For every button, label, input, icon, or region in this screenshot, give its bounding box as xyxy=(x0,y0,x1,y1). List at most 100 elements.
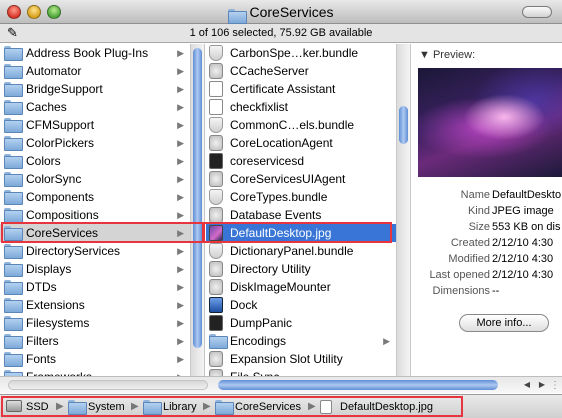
folder-row[interactable]: Displays ▶ xyxy=(0,260,190,278)
folder-row[interactable]: CFMSupport ▶ xyxy=(0,116,190,134)
toolbar-toggle-button[interactable] xyxy=(522,6,552,18)
folder-row-label: Colors xyxy=(26,154,61,168)
file-row[interactable]: Directory Utility xyxy=(206,260,396,278)
disclosure-arrow-icon: ▶ xyxy=(177,336,184,346)
folder-icon xyxy=(4,100,23,115)
file-row-label: DiskImageMounter xyxy=(230,280,331,294)
disclosure-arrow-icon: ▶ xyxy=(177,354,184,364)
file-row[interactable]: Dock xyxy=(206,296,396,314)
file-row[interactable]: coreservicesd xyxy=(206,152,396,170)
folder-icon xyxy=(4,46,23,61)
folder-row-label: BridgeSupport xyxy=(26,82,103,96)
folder-icon xyxy=(4,136,23,151)
preview-field: Created 2/12/10 4:30 xyxy=(412,235,562,251)
column1-scroll-thumb[interactable] xyxy=(193,48,202,348)
file-row[interactable]: DictionaryPanel.bundle xyxy=(206,242,396,260)
action-gear-icon[interactable]: ✎ xyxy=(7,26,18,40)
folder-icon xyxy=(4,172,23,187)
folder-row[interactable]: Fonts ▶ xyxy=(0,350,190,368)
column-library[interactable]: Frameworks▶Fonts▶Filters▶Filesystems▶Ext… xyxy=(0,44,205,376)
folder-row[interactable]: ColorSync ▶ xyxy=(0,170,190,188)
column2-scroll-thumb[interactable] xyxy=(399,106,408,144)
file-row[interactable]: Expansion Slot Utility xyxy=(206,350,396,368)
file-row[interactable]: CCacheServer xyxy=(206,62,396,80)
horizontal-scroll-thumb[interactable] xyxy=(218,380,498,390)
disclosure-arrow-icon: ▶ xyxy=(177,102,184,112)
dock-icon xyxy=(209,297,223,313)
title-bar: CoreServices xyxy=(0,0,562,24)
app-icon xyxy=(209,171,223,187)
bundle-icon xyxy=(209,243,223,259)
folder-row[interactable]: Filters ▶ xyxy=(0,332,190,350)
disclosure-arrow-icon: ▶ xyxy=(383,336,390,346)
folder-row[interactable]: Address Book Plug-Ins ▶ xyxy=(0,44,190,62)
bundle-icon xyxy=(209,117,223,133)
folder-row[interactable]: DTDs ▶ xyxy=(0,278,190,296)
folder-row[interactable]: Filesystems ▶ xyxy=(0,314,190,332)
folder-icon xyxy=(143,400,162,415)
folder-icon xyxy=(215,400,234,415)
column1-scrollbar[interactable] xyxy=(190,44,204,376)
folder-row[interactable]: Frameworks ▶ xyxy=(0,368,190,376)
folder-row-label: CFMSupport xyxy=(26,118,95,132)
file-row[interactable]: checkfixlist xyxy=(206,98,396,116)
folder-row-label: Displays xyxy=(26,262,72,276)
preview-field: Dimensions -- xyxy=(412,283,562,299)
file-row[interactable]: CoreServicesUIAgent xyxy=(206,170,396,188)
horizontal-scrollbar[interactable]: ◀ ▶ ⋮ xyxy=(0,376,562,393)
file-row[interactable]: DumpPanic xyxy=(206,314,396,332)
folder-row[interactable]: Components ▶ xyxy=(0,188,190,206)
file-row[interactable]: DiskImageMounter xyxy=(206,278,396,296)
preview-field: Last opened 2/12/10 4:30 xyxy=(412,267,562,283)
path-crumb-label: Library xyxy=(163,401,197,413)
file-row[interactable]: Encodings ▶ xyxy=(206,332,396,350)
disclosure-arrow-icon: ▶ xyxy=(177,300,184,310)
column2-scrollbar[interactable] xyxy=(396,44,410,376)
file-row[interactable]: CarbonSpe…ker.bundle xyxy=(206,44,396,62)
file-row[interactable]: CommonC…els.bundle xyxy=(206,116,396,134)
file-row[interactable]: CoreTypes.bundle xyxy=(206,188,396,206)
folder-row-label: Caches xyxy=(26,100,67,114)
preview-field-key: Modified xyxy=(448,253,490,265)
file-row[interactable]: Certificate Assistant xyxy=(206,80,396,98)
scroll-right-icon[interactable]: ▶ xyxy=(535,378,549,392)
folder-icon xyxy=(4,334,23,349)
folder-row[interactable]: BridgeSupport ▶ xyxy=(0,80,190,98)
folder-row[interactable]: ColorPickers ▶ xyxy=(0,134,190,152)
more-info-button[interactable]: More info... xyxy=(459,314,549,332)
file-row-label: CommonC…els.bundle xyxy=(230,118,355,132)
folder-row[interactable]: Colors ▶ xyxy=(0,152,190,170)
scroll-track xyxy=(8,380,208,390)
preview-thumbnail xyxy=(418,68,562,177)
app-icon xyxy=(209,369,223,376)
preview-header[interactable]: ▼ Preview: xyxy=(419,49,475,61)
folder-row[interactable]: DirectoryServices ▶ xyxy=(0,242,190,260)
file-row-label: Certificate Assistant xyxy=(230,82,336,96)
path-bar: SSD ▶ System ▶ Library ▶ CoreServices ▶ DefaultD… xyxy=(0,394,562,418)
folder-row[interactable]: Caches ▶ xyxy=(0,98,190,116)
file-row[interactable]: File Sync xyxy=(206,368,396,376)
app-icon xyxy=(209,279,223,295)
preview-field: Size 553 KB on dis xyxy=(412,219,562,235)
scroll-left-icon[interactable]: ◀ xyxy=(520,378,534,392)
preview-field-key: Kind xyxy=(467,205,490,217)
folder-icon xyxy=(4,82,23,97)
resize-grip-icon[interactable]: ⋮ xyxy=(550,380,560,391)
disclosure-arrow-icon: ▶ xyxy=(177,368,184,376)
folder-icon xyxy=(4,280,23,295)
file-row-label: CarbonSpe…ker.bundle xyxy=(230,46,359,60)
disclosure-arrow-icon: ▶ xyxy=(177,192,184,202)
column-coreservices[interactable]: File Sync Expansion Slot Utility Encodings… xyxy=(206,44,411,376)
folder-icon xyxy=(4,262,23,277)
folder-row[interactable]: Automator ▶ xyxy=(0,62,190,80)
app-icon xyxy=(209,351,223,367)
folder-row[interactable]: Extensions ▶ xyxy=(0,296,190,314)
terminal-icon xyxy=(209,153,223,169)
folder-row-label: Extensions xyxy=(26,298,85,312)
preview-field-value: 2/12/10 4:30 xyxy=(492,269,554,281)
file-row-label: CoreServicesUIAgent xyxy=(230,172,346,186)
file-row-label: Expansion Slot Utility xyxy=(230,352,343,366)
app-icon xyxy=(209,207,223,223)
preview-pane: ▼ Preview: Name DefaultDeskto Kind JPEG ima… xyxy=(412,44,562,376)
file-row[interactable]: CoreLocationAgent xyxy=(206,134,396,152)
